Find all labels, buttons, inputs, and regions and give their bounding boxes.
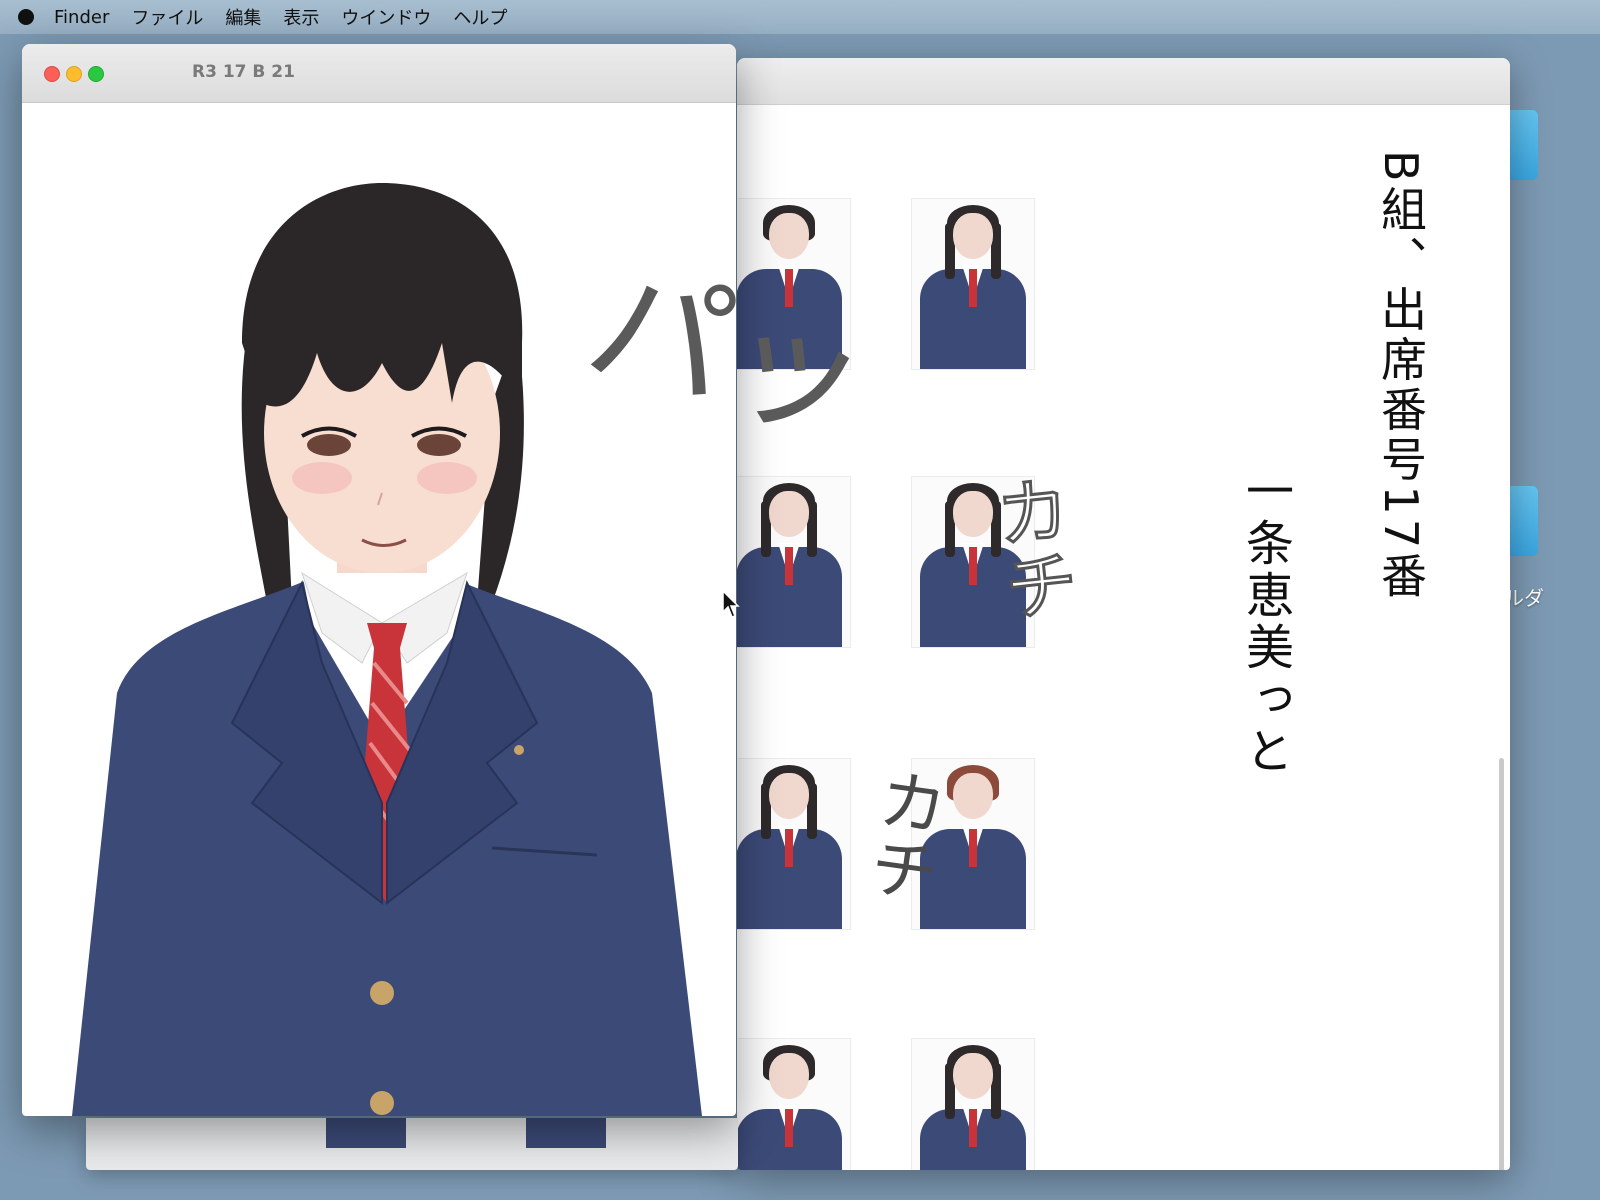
scrollbar[interactable] <box>1499 758 1504 1170</box>
preview-titlebar[interactable]: R3 17 B 21 <box>22 44 736 103</box>
photo-thumbnail[interactable] <box>911 1038 1035 1170</box>
photo-thumbnail[interactable] <box>737 1038 851 1170</box>
menu-bar: Finder ファイル 編集 表示 ウインドウ ヘルプ <box>0 0 1600 34</box>
student-name-caption: 一条恵美っと <box>1237 466 1293 778</box>
menu-view[interactable]: 表示 <box>283 4 319 30</box>
menu-help[interactable]: ヘルプ <box>453 4 507 30</box>
background-window-edge <box>86 1118 738 1170</box>
menu-finder[interactable]: Finder <box>54 7 109 28</box>
sound-effect-kachi: カチ <box>978 468 1082 627</box>
finder-titlebar[interactable] <box>737 58 1510 105</box>
window-title: R3 17 B 21 <box>192 62 295 82</box>
photo-thumbnail[interactable] <box>737 758 851 930</box>
photo-thumbnail[interactable] <box>737 476 851 648</box>
mouse-cursor-icon <box>722 590 740 618</box>
minimize-button[interactable] <box>66 66 82 82</box>
photo-thumbnail[interactable] <box>911 198 1035 370</box>
sound-effect-kachi: カチ <box>852 761 951 908</box>
close-button[interactable] <box>44 66 60 82</box>
menu-file[interactable]: ファイル <box>131 4 203 30</box>
preview-window: R3 17 B 21 <box>22 44 736 1116</box>
menu-window[interactable]: ウインドウ <box>341 4 431 30</box>
maximize-button[interactable] <box>88 66 104 82</box>
menu-edit[interactable]: 編集 <box>225 4 261 30</box>
apple-menu-icon[interactable] <box>18 9 34 25</box>
class-number-caption: B組、出席番号17番 <box>1374 150 1428 603</box>
